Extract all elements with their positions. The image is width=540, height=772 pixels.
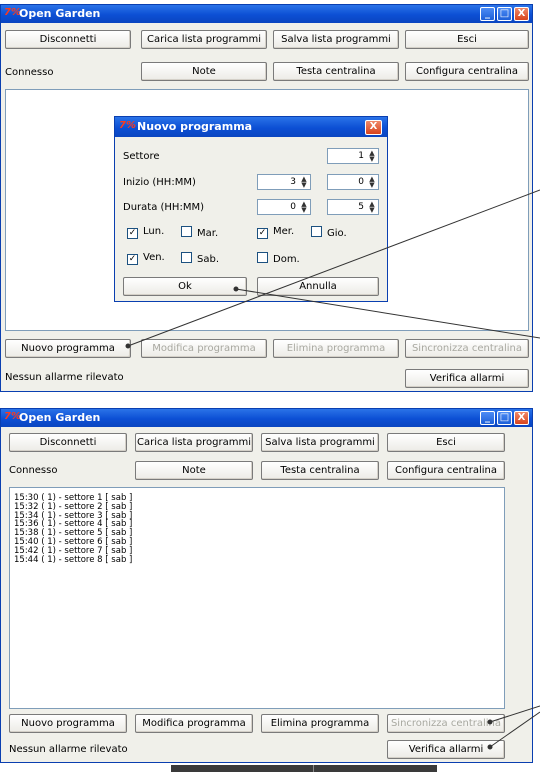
annotation-arrow-line <box>235 288 540 339</box>
taskbar-fragment <box>171 765 437 772</box>
annotation-dot <box>125 343 131 349</box>
annotation-dot <box>487 744 493 750</box>
annotation-arrow-line <box>489 711 540 748</box>
annotation-arrows <box>125 189 540 750</box>
annotation-dot <box>487 719 493 725</box>
annotation-arrow-line <box>127 189 540 347</box>
annotation-arrow-line <box>489 705 540 723</box>
annotation-dot <box>233 286 239 292</box>
